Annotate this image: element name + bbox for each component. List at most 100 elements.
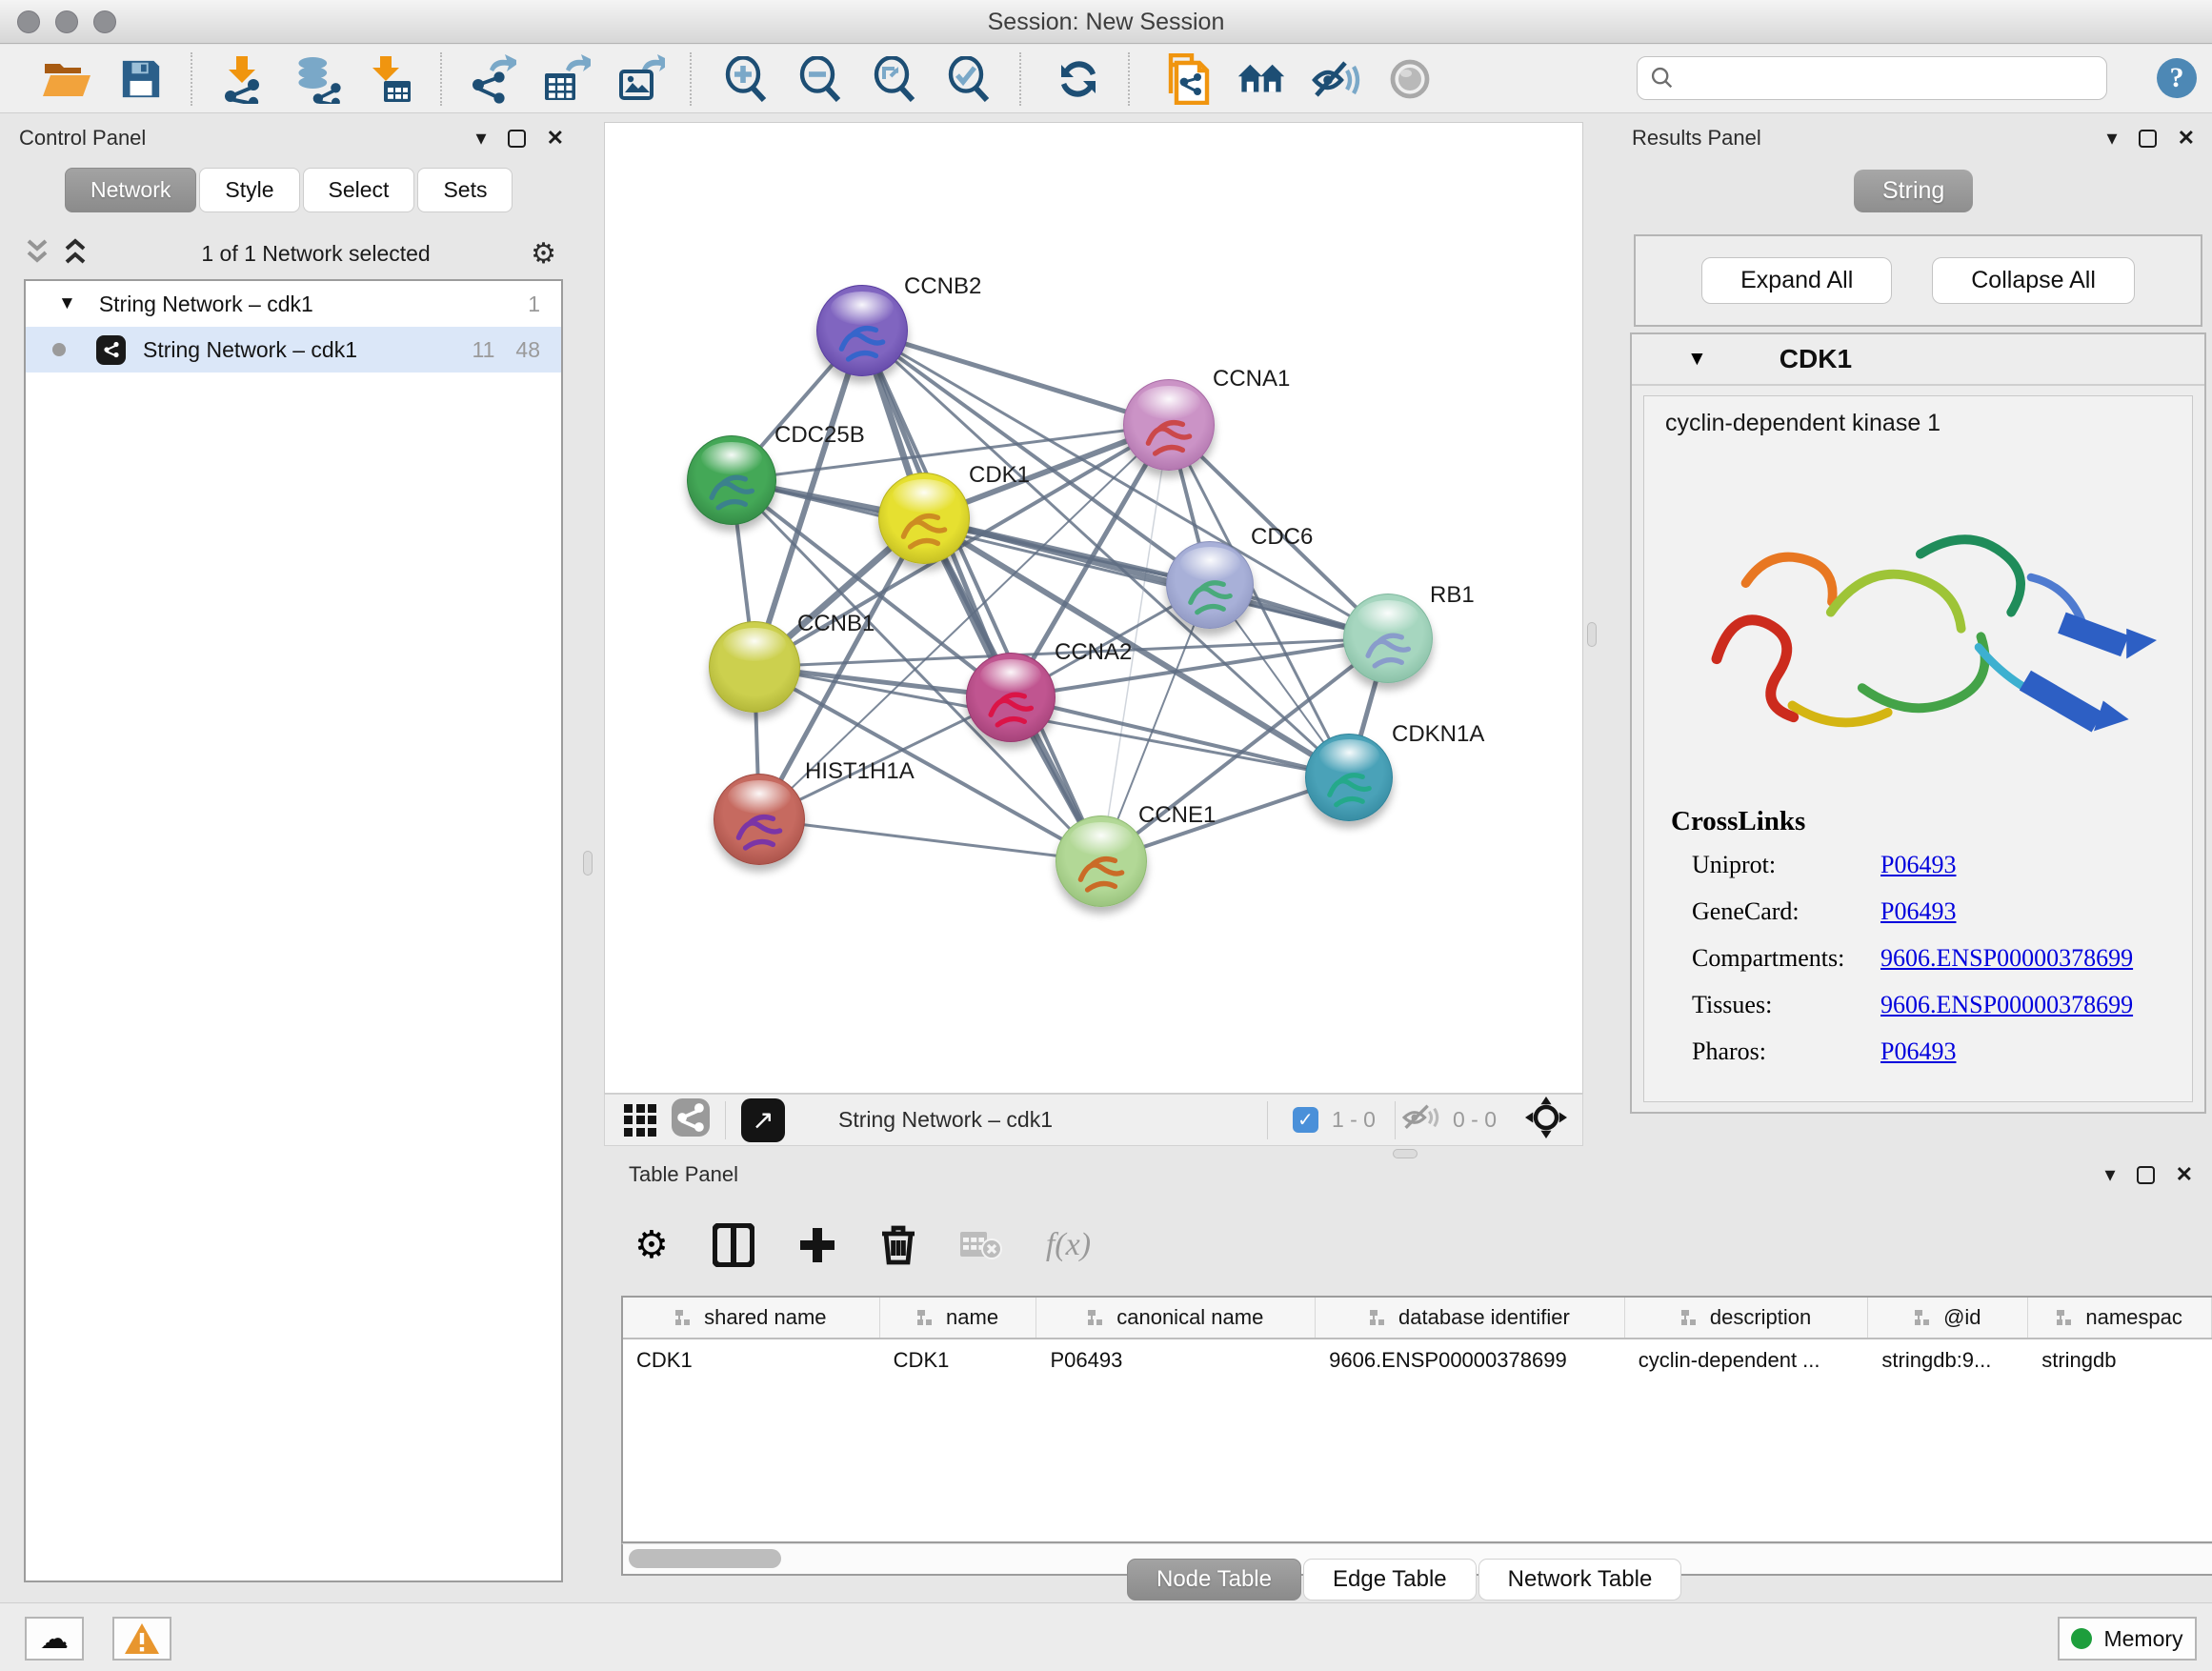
show-all-nodes-icon[interactable] [1237,54,1286,104]
show-hidden-icon[interactable] [1385,54,1435,104]
tab-node-table[interactable]: Node Table [1127,1559,1301,1601]
expand-all-networks-icon[interactable] [63,237,88,271]
network-node-ccnb1[interactable] [709,621,800,713]
crosslink-value-link[interactable]: 9606.ENSP00000378699 [1880,944,2133,973]
add-column-icon[interactable] [798,1226,836,1264]
scrollbar-thumb[interactable] [629,1549,781,1568]
network-node-cdkn1a[interactable] [1305,734,1393,821]
network-node-ccna2[interactable] [966,653,1056,742]
node-label-cdc6: CDC6 [1251,524,1313,551]
table-options-gear-icon[interactable]: ⚙ [634,1223,669,1267]
protein-structure-image [1679,473,2174,787]
control-panel-menu-icon[interactable]: ▾ [476,126,487,151]
control-panel-float-icon[interactable] [508,130,526,148]
network-node-hist1h1a[interactable] [714,774,805,865]
results-panel-close-icon[interactable]: ✕ [2178,126,2195,151]
network-node-cdk1[interactable] [878,473,970,564]
tab-network-table[interactable]: Network Table [1478,1559,1682,1601]
network-from-selection-icon[interactable] [1162,54,1212,104]
network-node-cdc6[interactable] [1166,541,1254,629]
save-session-icon[interactable] [116,54,166,104]
collapse-all-networks-icon[interactable] [25,237,50,271]
network-collection-row[interactable]: ▼ String Network – cdk1 1 [26,281,561,327]
show-columns-icon[interactable] [713,1223,754,1267]
network-canvas[interactable]: CCNB2 CCNA1 CDC25B CDK1 CDC6 RB1CCNB1 CC… [604,122,1583,1094]
window-title: Session: New Session [0,9,2212,36]
crosslink-row: Uniprot:P06493 [1671,851,2133,879]
table-panel-float-icon[interactable] [2137,1166,2155,1184]
search-input[interactable] [1685,66,2097,91]
collection-expand-icon[interactable]: ▼ [58,293,76,314]
control-panel-close-icon[interactable]: ✕ [547,126,564,151]
right-splitter-handle[interactable] [1587,622,1597,647]
network-node-ccna1[interactable] [1123,379,1215,471]
network-tree: ▼ String Network – cdk1 1 String Network… [24,279,563,1582]
node-structure-thumbnail [725,796,794,865]
expand-all-button[interactable]: Expand All [1701,257,1892,304]
function-builder-icon[interactable]: f(x) [1046,1227,1091,1263]
column-header-name[interactable]: name [880,1298,1037,1338]
column-header-shared-name[interactable]: shared name [623,1298,880,1338]
import-network-file-icon[interactable] [217,54,267,104]
collapse-all-button[interactable]: Collapse All [1932,257,2135,304]
column-header--id[interactable]: @id [1868,1298,2028,1338]
delete-table-icon[interactable] [960,1230,1002,1260]
apply-layout-icon[interactable] [1054,54,1103,104]
node-label-ccnb1: CCNB1 [797,611,875,637]
network-node-rb1[interactable] [1343,594,1433,683]
network-node-ccne1[interactable] [1056,815,1147,907]
tab-style[interactable]: Style [199,168,299,212]
left-splitter-handle[interactable] [583,851,593,876]
center-view-icon[interactable] [1525,1097,1567,1144]
column-header-namespac[interactable]: namespac [2028,1298,2212,1338]
table-panel-menu-icon[interactable]: ▾ [2105,1162,2116,1187]
column-header-database-identifier[interactable]: database identifier [1316,1298,1625,1338]
network-row[interactable]: String Network – cdk1 11 48 [26,327,561,372]
zoom-in-icon[interactable] [722,54,772,104]
warnings-button[interactable] [112,1617,171,1661]
table-panel-title: Table Panel [629,1162,738,1187]
import-network-database-icon[interactable] [292,54,341,104]
tab-network[interactable]: Network [65,168,196,212]
tab-edge-table[interactable]: Edge Table [1303,1559,1477,1601]
hide-selected-icon[interactable] [1311,54,1360,104]
grid-view-icon[interactable] [624,1104,656,1137]
memory-button[interactable]: Memory [2058,1617,2197,1661]
column-header-canonical-name[interactable]: canonical name [1036,1298,1316,1338]
network-options-gear-icon[interactable]: ⚙ [531,237,556,271]
column-header-description[interactable]: description [1625,1298,1869,1338]
export-image-icon[interactable] [615,54,665,104]
export-network-icon[interactable] [467,54,516,104]
cloud-status-button[interactable]: ☁ [25,1617,84,1661]
results-tab-string[interactable]: String [1854,170,1973,212]
crosslink-value-link[interactable]: P06493 [1880,1037,1956,1066]
main-toolbar: ? [0,45,2212,113]
zoom-fit-icon[interactable] [871,54,920,104]
gene-collapse-icon[interactable]: ▼ [1687,348,1707,371]
network-node-cdc25b[interactable] [687,435,776,525]
export-table-icon[interactable] [541,54,591,104]
zoom-out-icon[interactable] [796,54,846,104]
crosslink-value-link[interactable]: P06493 [1880,897,1956,926]
open-session-icon[interactable] [42,54,91,104]
help-button[interactable]: ? [2157,58,2197,98]
table-row[interactable]: CDK1CDK1P064939606.ENSP00000378699cyclin… [623,1339,2212,1381]
selected-checkbox-icon[interactable]: ✓ [1293,1107,1318,1133]
import-table-icon[interactable] [366,54,415,104]
zoom-selected-icon[interactable] [945,54,995,104]
results-panel-float-icon[interactable] [2139,130,2157,148]
birds-eye-view-icon[interactable]: ↗ [741,1098,785,1142]
network-node-ccnb2[interactable] [816,285,908,376]
tab-select[interactable]: Select [303,168,415,212]
tab-sets[interactable]: Sets [417,168,513,212]
table-panel: Table Panel ▾ ✕ ⚙ f(x) shared namenameca… [617,1157,2212,1597]
crosslink-value-link[interactable]: 9606.ENSP00000378699 [1880,991,2133,1019]
node-structure-thumbnail [890,495,958,564]
network-share-icon[interactable] [672,1098,710,1142]
gene-section-header[interactable]: ▼ CDK1 [1632,334,2204,386]
delete-column-icon[interactable] [880,1224,916,1266]
table-panel-close-icon[interactable]: ✕ [2176,1162,2193,1187]
results-panel-menu-icon[interactable]: ▾ [2107,126,2118,151]
control-panel-tabs: NetworkStyleSelectSets [65,168,515,212]
crosslink-value-link[interactable]: P06493 [1880,851,1956,879]
